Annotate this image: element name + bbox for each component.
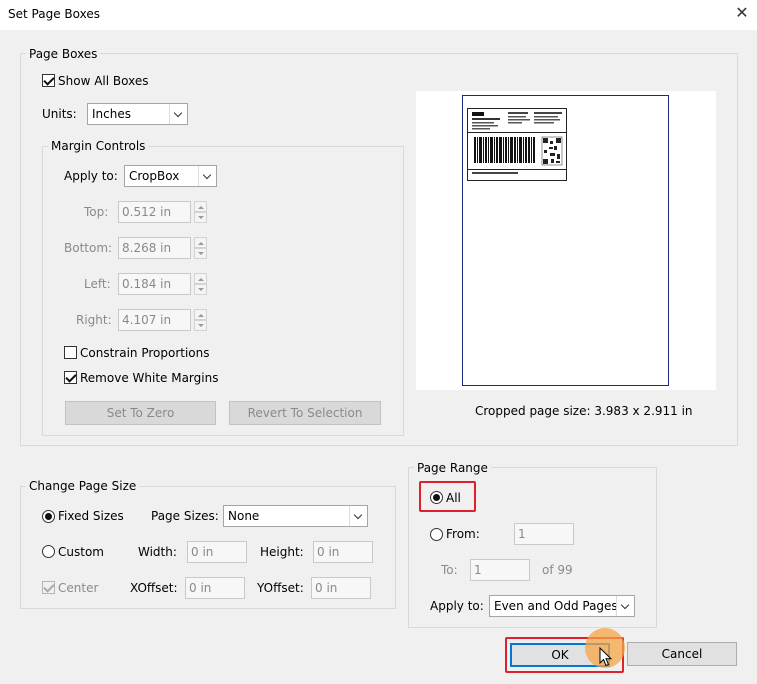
custom-label: Custom — [58, 545, 104, 559]
page-sizes-value: None — [228, 509, 260, 523]
top-input[interactable]: 0.512 in — [118, 201, 191, 223]
bottom-input[interactable]: 8.268 in — [118, 237, 191, 259]
from-label: From: — [446, 527, 480, 541]
page-sizes-label: Page Sizes: — [151, 509, 219, 523]
show-all-boxes-label: Show All Boxes — [58, 74, 149, 88]
chevron-down-icon — [169, 104, 187, 124]
shipping-label-thumbnail — [467, 108, 567, 181]
constrain-proportions-checkbox[interactable] — [64, 346, 77, 359]
page-boxes-label: Page Boxes — [26, 47, 101, 61]
height-label: Height: — [260, 545, 304, 559]
right-label: Right: — [76, 313, 112, 327]
margin-controls-group — [42, 146, 404, 436]
from-radio[interactable] — [430, 528, 443, 541]
highlight-box-all — [419, 481, 476, 512]
left-stepper[interactable] — [194, 273, 207, 295]
change-page-size-label: Change Page Size — [26, 479, 140, 493]
mouse-cursor-icon — [599, 647, 613, 667]
units-select[interactable]: Inches — [87, 103, 188, 125]
range-apply-to-value: Even and Odd Pages — [494, 599, 618, 613]
apply-to-label: Apply to: — [64, 169, 118, 183]
page-count-label: of 99 — [542, 563, 573, 577]
width-label: Width: — [138, 545, 177, 559]
bottom-stepper[interactable] — [194, 237, 207, 259]
apply-to-select[interactable]: CropBox — [124, 165, 217, 187]
page-sizes-select[interactable]: None — [223, 505, 368, 527]
show-all-boxes-checkbox[interactable] — [42, 74, 55, 87]
chevron-down-icon — [616, 596, 634, 616]
apply-to-value: CropBox — [129, 169, 180, 183]
range-apply-to-label: Apply to: — [430, 599, 484, 613]
page-preview — [416, 91, 716, 390]
top-label: Top: — [84, 205, 109, 219]
to-input[interactable]: 1 — [470, 559, 530, 581]
constrain-proportions-label: Constrain Proportions — [80, 346, 210, 360]
center-label: Center — [58, 581, 99, 595]
chevron-down-icon — [349, 506, 367, 526]
xoffset-label: XOffset: — [130, 581, 178, 595]
dialog-title: Set Page Boxes — [8, 7, 100, 21]
from-input[interactable]: 1 — [514, 523, 574, 545]
margin-controls-label: Margin Controls — [48, 139, 149, 153]
remove-white-margins-label: Remove White Margins — [80, 371, 219, 385]
title-bar: Set Page Boxes ✕ — [0, 0, 757, 30]
xoffset-input[interactable]: 0 in — [185, 577, 245, 599]
close-icon[interactable]: ✕ — [733, 4, 751, 22]
fixed-sizes-radio[interactable] — [42, 510, 55, 523]
page-range-label: Page Range — [414, 461, 491, 475]
barcode-icon — [468, 112, 566, 174]
range-apply-to-select[interactable]: Even and Odd Pages — [489, 595, 635, 617]
preview-page — [462, 95, 669, 386]
yoffset-label: YOffset: — [257, 581, 304, 595]
left-label: Left: — [84, 277, 111, 291]
remove-white-margins-checkbox[interactable] — [64, 371, 77, 384]
right-input[interactable]: 4.107 in — [118, 309, 191, 331]
set-to-zero-button[interactable]: Set To Zero — [65, 401, 216, 425]
units-value: Inches — [92, 107, 131, 121]
custom-radio[interactable] — [42, 545, 55, 558]
fixed-sizes-label: Fixed Sizes — [58, 509, 124, 523]
left-input[interactable]: 0.184 in — [118, 273, 191, 295]
yoffset-input[interactable]: 0 in — [311, 577, 371, 599]
revert-to-selection-button[interactable]: Revert To Selection — [229, 401, 381, 425]
width-input[interactable]: 0 in — [187, 541, 247, 563]
right-stepper[interactable] — [194, 309, 207, 331]
height-input[interactable]: 0 in — [313, 541, 373, 563]
bottom-label: Bottom: — [64, 241, 113, 255]
cancel-button[interactable]: Cancel — [627, 642, 737, 666]
units-label: Units: — [42, 107, 77, 121]
top-stepper[interactable] — [194, 201, 207, 223]
center-checkbox[interactable] — [42, 581, 55, 594]
chevron-down-icon — [198, 166, 216, 186]
to-label: To: — [441, 563, 458, 577]
cropped-page-size: Cropped page size: 3.983 x 2.911 in — [475, 404, 693, 418]
